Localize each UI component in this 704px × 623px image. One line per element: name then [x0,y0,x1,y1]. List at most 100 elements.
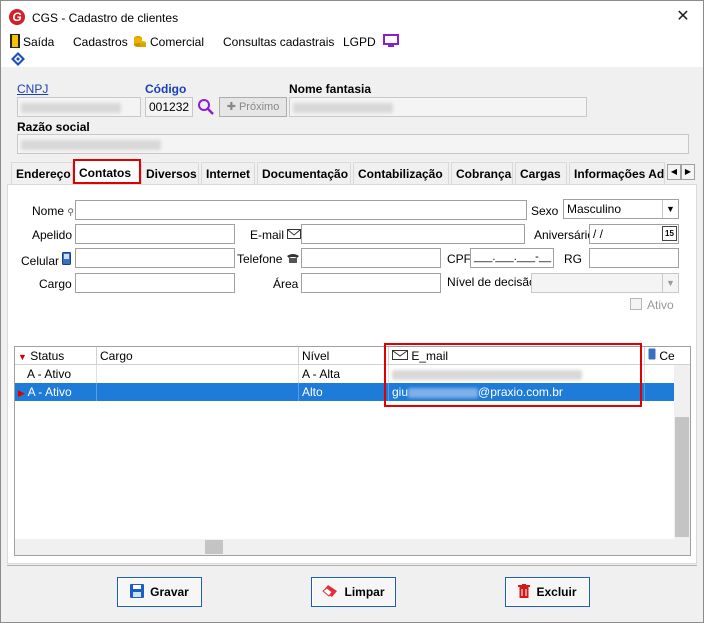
main-window: G CGS - Cadastro de clientes ✕ Saída Cad… [0,0,704,623]
cell-status: A - Ativo [15,365,97,383]
eraser-icon [322,584,338,601]
menu-bar: Saída Cadastros Comercial Consultas cada… [1,33,703,51]
limpar-button[interactable]: Limpar [311,577,396,607]
trash-icon [518,583,531,601]
nivel-decisao-select[interactable]: ▼ [531,273,679,293]
col-status[interactable]: ▼ Status [15,347,97,365]
proximo-button[interactable]: ✚ Próximo [219,97,287,117]
nome-fantasia-field[interactable] [289,97,587,117]
apelido-input[interactable] [75,224,235,244]
chevron-down-icon: ▼ [662,200,678,218]
tab-contatos[interactable]: Contatos [73,159,141,184]
app-logo-icon: G [9,9,25,25]
cpf-input[interactable]: ___.___.___-__ [470,248,554,268]
tab-documentacao[interactable]: Documentação [257,162,351,184]
plus-icon: ✚ [226,101,239,113]
telefone-label: Telefone [237,252,300,266]
envelope-icon [287,228,302,242]
search-icon[interactable] [197,98,215,119]
rg-input[interactable] [589,248,679,268]
email-input[interactable] [301,224,525,244]
tab-scroll-right-button[interactable]: ▶ [681,164,695,180]
grid-vertical-scrollbar[interactable] [674,365,690,555]
area-input[interactable] [301,273,441,293]
envelope-icon [392,349,408,363]
tab-scroll-left-button[interactable]: ◀ [667,164,681,180]
exit-door-icon [10,34,20,52]
menu-consultas-cadastrais[interactable]: Consultas cadastrais [223,34,334,50]
razao-social-field[interactable] [17,134,689,154]
nome-fantasia-label: Nome fantasia [289,82,372,96]
menu-saida[interactable]: Saída [10,34,54,50]
col-cargo[interactable]: Cargo [97,347,299,365]
cellphone-icon [648,348,656,363]
monitor-icon [383,34,400,52]
cnpj-field[interactable] [17,97,141,117]
sexo-select[interactable]: Masculino ▼ [563,199,679,219]
table-row-selected[interactable]: ▶ A - Ativo Alto giu @praxio.com.br [15,383,675,401]
row-pointer-icon: ▶ [18,388,25,398]
aniversario-input[interactable]: / / 15 [589,224,679,244]
tab-internet[interactable]: Internet [201,162,255,184]
menu-lgpd[interactable]: LGPD [343,34,402,50]
tab-contabilizacao[interactable]: Contabilização [353,162,449,184]
cell-status: ▶ A - Ativo [15,383,97,401]
ativo-checkbox[interactable] [630,298,642,310]
scroll-thumb[interactable] [675,417,689,537]
codigo-field[interactable]: 001232 [145,97,193,117]
sort-down-icon: ▼ [18,352,27,362]
redacted-email [408,387,479,398]
menu-cadastros[interactable]: Cadastros [73,34,128,50]
calendar-icon[interactable]: 15 [662,226,677,241]
codigo-label: Código [145,82,187,96]
contacts-grid: ▼ Status Cargo Nível E_mail Ce A - Ativo… [14,346,691,556]
aniversario-label: Aniversário [534,228,595,242]
coins-icon [133,34,147,52]
cpf-label: CPF [447,252,471,266]
save-disk-icon [130,583,145,601]
rg-label: RG [564,252,582,266]
cell-nivel: A - Alta [299,365,389,383]
col-nivel[interactable]: Nível [299,347,389,365]
sexo-label: Sexo [531,204,559,218]
cargo-input[interactable] [75,273,235,293]
email-label: E-mail [250,228,302,242]
toolbar-row [1,51,703,67]
telefone-input[interactable] [301,248,441,268]
nome-input[interactable] [75,200,527,220]
tab-endereco[interactable]: Endereço [11,162,73,184]
razao-social-label: Razão social [17,120,90,134]
menu-comercial[interactable]: Comercial [133,34,204,50]
table-row[interactable]: A - Ativo A - Alta [15,365,675,383]
close-button[interactable]: ✕ [673,7,693,27]
grid-horizontal-scrollbar[interactable] [15,539,675,555]
cnpj-label[interactable]: CNPJ [17,82,48,96]
gravar-button[interactable]: Gravar [117,577,202,607]
cell-cargo [97,365,299,383]
tab-cobranca[interactable]: Cobrança [451,162,513,184]
chevron-down-icon: ▼ [662,274,678,292]
redacted-email [392,369,582,380]
footer-divider [7,565,697,566]
tab-informacoes-adicionais[interactable]: Informações Adi [569,162,665,184]
area-label: Área [273,277,299,291]
apelido-label: Apelido [32,228,73,242]
tab-diversos[interactable]: Diversos [141,162,199,184]
excluir-button[interactable]: Excluir [505,577,590,607]
nivel-decisao-label: Nível de decisão [447,275,536,289]
celular-input[interactable] [75,248,235,268]
tab-cargas[interactable]: Cargas [515,162,567,184]
diamond-tool-icon[interactable] [11,52,25,69]
cellphone-icon [62,252,72,268]
scroll-thumb[interactable] [205,540,223,554]
celular-label: Celular [21,252,72,268]
ativo-label: Ativo [647,298,674,312]
col-celular[interactable]: Ce [645,347,690,365]
cargo-label: Cargo [39,277,72,291]
cell-cargo [97,383,299,401]
person-icon: ⚲ [67,207,74,217]
col-email[interactable]: E_mail [389,347,645,365]
tab-strip: Endereço Contatos Diversos Internet Docu… [7,159,697,184]
cell-nivel: Alto [299,383,389,401]
title-bar: G CGS - Cadastro de clientes ✕ [1,1,703,33]
